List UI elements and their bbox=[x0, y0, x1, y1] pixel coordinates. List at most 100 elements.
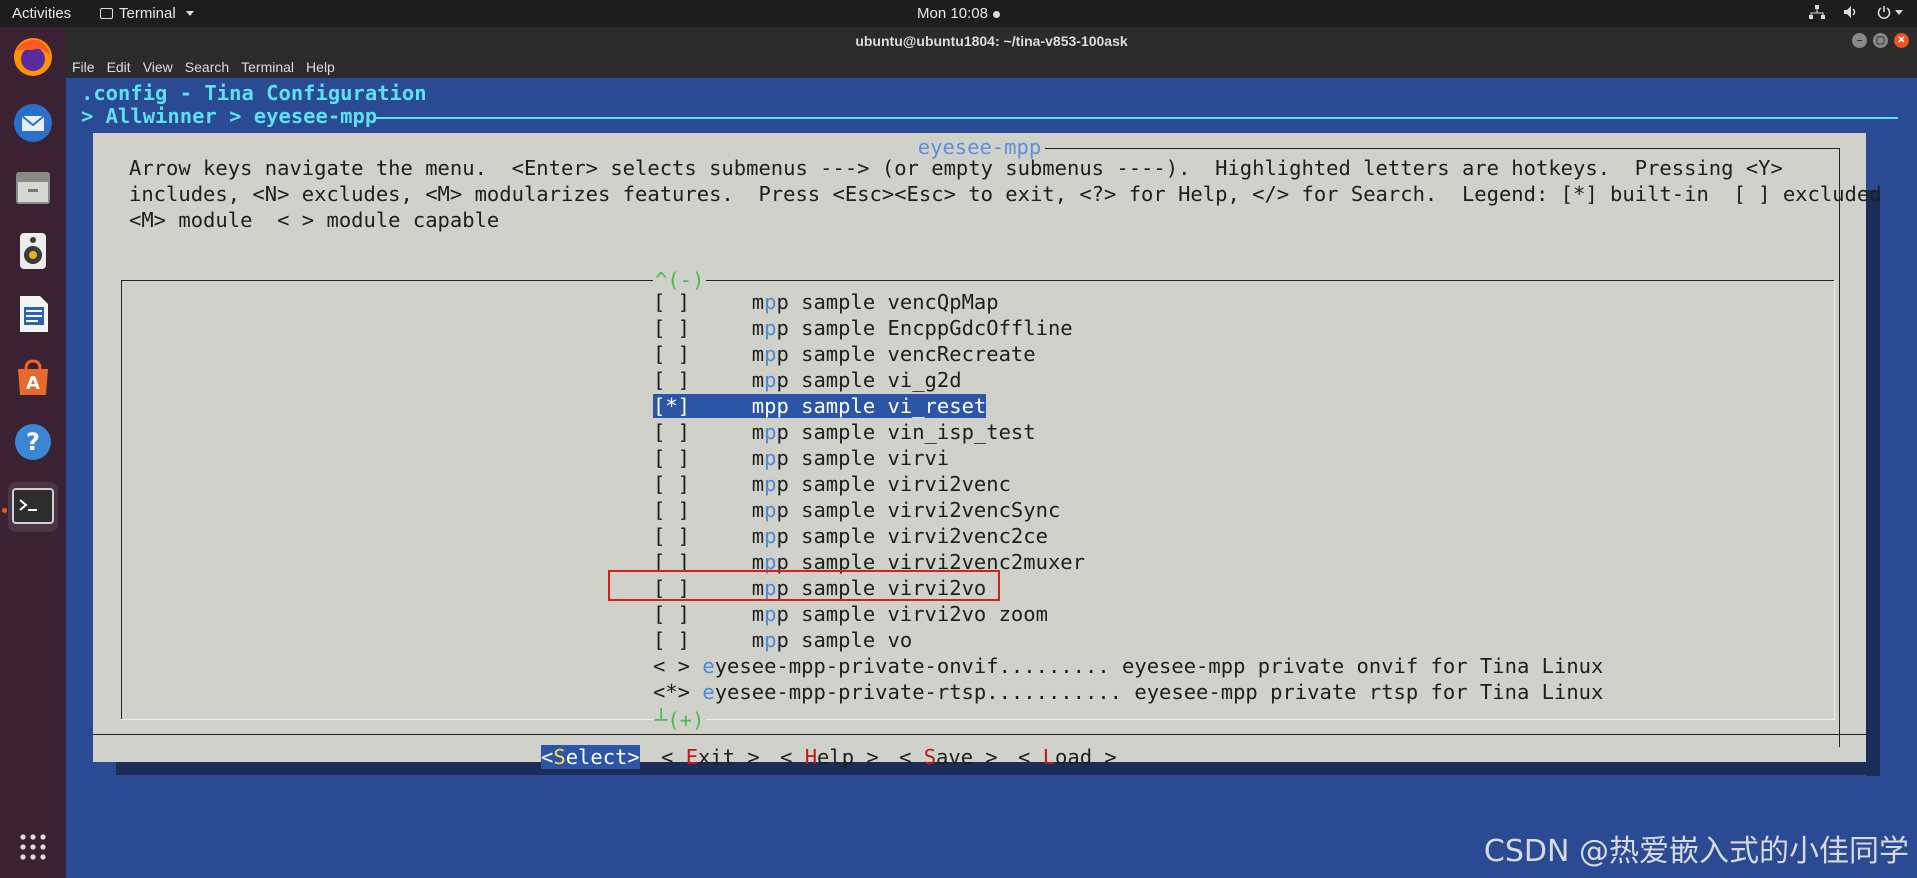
item-hotkey: e bbox=[702, 654, 715, 678]
button-separator bbox=[93, 734, 1866, 735]
dock-firefox[interactable] bbox=[8, 32, 58, 82]
window-title: ubuntu@ubuntu1804: ~/tina-v853-100ask bbox=[855, 33, 1128, 49]
item-hotkey: e bbox=[702, 680, 715, 704]
menu-list[interactable]: ^(-) [ ] mpp sample vencQpMap[ ] mpp sam… bbox=[121, 268, 1835, 732]
item-checkbox: [ ] bbox=[653, 498, 691, 522]
menu-terminal[interactable]: Terminal bbox=[241, 59, 294, 75]
item-checkbox: [ ] bbox=[653, 316, 691, 340]
files-icon bbox=[16, 172, 50, 204]
clock[interactable]: Mon 10:08 bbox=[0, 5, 1917, 22]
item-hotkey: p bbox=[764, 316, 777, 340]
dock-thunderbird[interactable] bbox=[8, 98, 58, 148]
close-button[interactable]: ✕ bbox=[1894, 33, 1909, 48]
menu-item[interactable]: [ ] mpp sample virvi2vo zoom bbox=[653, 601, 1048, 627]
highlight-annotation bbox=[608, 570, 1000, 601]
menu-item[interactable]: [ ] mpp sample vi_g2d bbox=[653, 367, 962, 393]
item-checkbox: [ ] bbox=[653, 290, 691, 314]
item-label: mpp sample vo bbox=[690, 628, 913, 652]
menu-item[interactable]: [ ] mpp sample virvi2venc bbox=[653, 471, 1011, 497]
item-label: mpp sample vencRecreate bbox=[690, 342, 1036, 366]
dock-writer[interactable] bbox=[8, 289, 58, 339]
dock-rhythmbox[interactable] bbox=[8, 226, 58, 276]
item-hotkey: p bbox=[764, 446, 777, 470]
item-checkbox: [ ] bbox=[653, 420, 691, 444]
maximize-button[interactable]: ▢ bbox=[1873, 33, 1888, 48]
dock: A ? bbox=[0, 27, 66, 878]
terminal-content[interactable]: .config - Tina Configuration > Allwinner… bbox=[66, 78, 1917, 878]
button-hotkey: E bbox=[685, 745, 699, 769]
item-checkbox: < > bbox=[653, 654, 691, 678]
dock-software[interactable]: A bbox=[8, 353, 58, 403]
menu-item[interactable]: [ ] mpp sample EncppGdcOffline bbox=[653, 315, 1073, 341]
item-checkbox: [ ] bbox=[653, 446, 691, 470]
item-hotkey: p bbox=[764, 394, 777, 418]
item-hotkey: p bbox=[764, 628, 777, 652]
dock-help[interactable]: ? bbox=[8, 417, 58, 467]
item-label: mpp sample vi_reset bbox=[690, 394, 987, 418]
menu-item[interactable]: <*> eyesee-mpp-private-rtsp........... e… bbox=[653, 679, 1603, 705]
menu-item-selected[interactable]: [*] mpp sample vi_reset bbox=[653, 393, 987, 419]
button-hotkey: S bbox=[923, 745, 937, 769]
svg-text:A: A bbox=[26, 373, 40, 394]
dialog-border bbox=[1839, 148, 1840, 747]
writer-icon bbox=[20, 296, 48, 332]
item-label: mpp sample vin_isp_test bbox=[690, 420, 1036, 444]
watermark: CSDN @热爱嵌入式的小佳同学 bbox=[1483, 834, 1909, 869]
minimize-button[interactable]: – bbox=[1852, 33, 1867, 48]
item-hotkey: p bbox=[764, 342, 777, 366]
help-button[interactable]: < Help > bbox=[780, 745, 879, 769]
item-checkbox: [*] bbox=[653, 394, 691, 418]
select-button[interactable]: <Select> bbox=[541, 745, 640, 769]
clock-label: Mon 10:08 bbox=[917, 5, 988, 22]
rhythmbox-icon bbox=[20, 233, 46, 269]
item-label: eyesee-mpp-private-rtsp........... eyese… bbox=[702, 680, 1604, 704]
menuconfig-dialog: eyesee-mpp Arrow keys navigate the menu.… bbox=[93, 133, 1882, 769]
item-checkbox: [ ] bbox=[653, 524, 691, 548]
system-tray[interactable] bbox=[1809, 5, 1903, 19]
item-label: mpp sample virvi2venc2ce bbox=[690, 524, 1048, 548]
config-title: .config - Tina Configuration bbox=[81, 81, 427, 105]
menu-file[interactable]: File bbox=[72, 59, 95, 75]
menu-item[interactable]: [ ] mpp sample vo bbox=[653, 627, 912, 653]
item-label: mpp sample virvi2vo zoom bbox=[690, 602, 1048, 626]
menu-item[interactable]: [ ] mpp sample vin_isp_test bbox=[653, 419, 1036, 445]
dock-terminal[interactable] bbox=[8, 482, 58, 532]
scroll-down-indicator[interactable]: ┴(+) bbox=[653, 708, 707, 732]
menu-help[interactable]: Help bbox=[306, 59, 335, 75]
window-titlebar[interactable]: ubuntu@ubuntu1804: ~/tina-v853-100ask – … bbox=[66, 27, 1917, 55]
volume-icon bbox=[1844, 6, 1856, 18]
top-bar: Activities Terminal Mon 10:08 bbox=[0, 0, 1917, 27]
show-apps-icon bbox=[20, 834, 46, 860]
breadcrumb: > Allwinner > eyesee-mpp bbox=[81, 104, 378, 128]
item-hotkey: p bbox=[764, 524, 777, 548]
item-hotkey: p bbox=[764, 498, 777, 522]
menu-edit[interactable]: Edit bbox=[107, 59, 131, 75]
item-checkbox: <*> bbox=[653, 680, 691, 704]
menu-view[interactable]: View bbox=[143, 59, 173, 75]
menu-item[interactable]: [ ] mpp sample virvi bbox=[653, 445, 949, 471]
help-text: Arrow keys navigate the menu. <Enter> se… bbox=[129, 156, 1882, 232]
firefox-icon bbox=[14, 38, 52, 76]
item-hotkey: p bbox=[764, 602, 777, 626]
menu-item[interactable]: [ ] mpp sample vencRecreate bbox=[653, 341, 1036, 367]
menu-item[interactable]: [ ] mpp sample vencQpMap bbox=[653, 289, 999, 315]
menu-search[interactable]: Search bbox=[185, 59, 229, 75]
menu-bar: File Edit View Search Terminal Help bbox=[66, 55, 1917, 78]
load-button[interactable]: < Load > bbox=[1018, 745, 1117, 769]
dock-show-apps[interactable] bbox=[8, 822, 58, 872]
svg-text:?: ? bbox=[26, 428, 40, 456]
item-label: mpp sample vencQpMap bbox=[690, 290, 999, 314]
chevron-down-icon bbox=[1895, 9, 1903, 15]
exit-button[interactable]: < Exit > bbox=[661, 745, 760, 769]
save-button[interactable]: < Save > bbox=[899, 745, 998, 769]
menu-item[interactable]: [ ] mpp sample virvi2vencSync bbox=[653, 497, 1060, 523]
item-checkbox: [ ] bbox=[653, 472, 691, 496]
dock-files[interactable] bbox=[8, 162, 58, 212]
button-hotkey: L bbox=[1042, 745, 1056, 769]
network-icon bbox=[1809, 5, 1825, 19]
item-label: eyesee-mpp-private-onvif......... eyesee… bbox=[702, 654, 1604, 678]
menu-item[interactable]: [ ] mpp sample virvi2venc2ce bbox=[653, 523, 1048, 549]
notification-dot-icon bbox=[992, 10, 1000, 18]
menu-item[interactable]: < > eyesee-mpp-private-onvif......... ey… bbox=[653, 653, 1603, 679]
terminal-window: ubuntu@ubuntu1804: ~/tina-v853-100ask – … bbox=[66, 27, 1917, 878]
